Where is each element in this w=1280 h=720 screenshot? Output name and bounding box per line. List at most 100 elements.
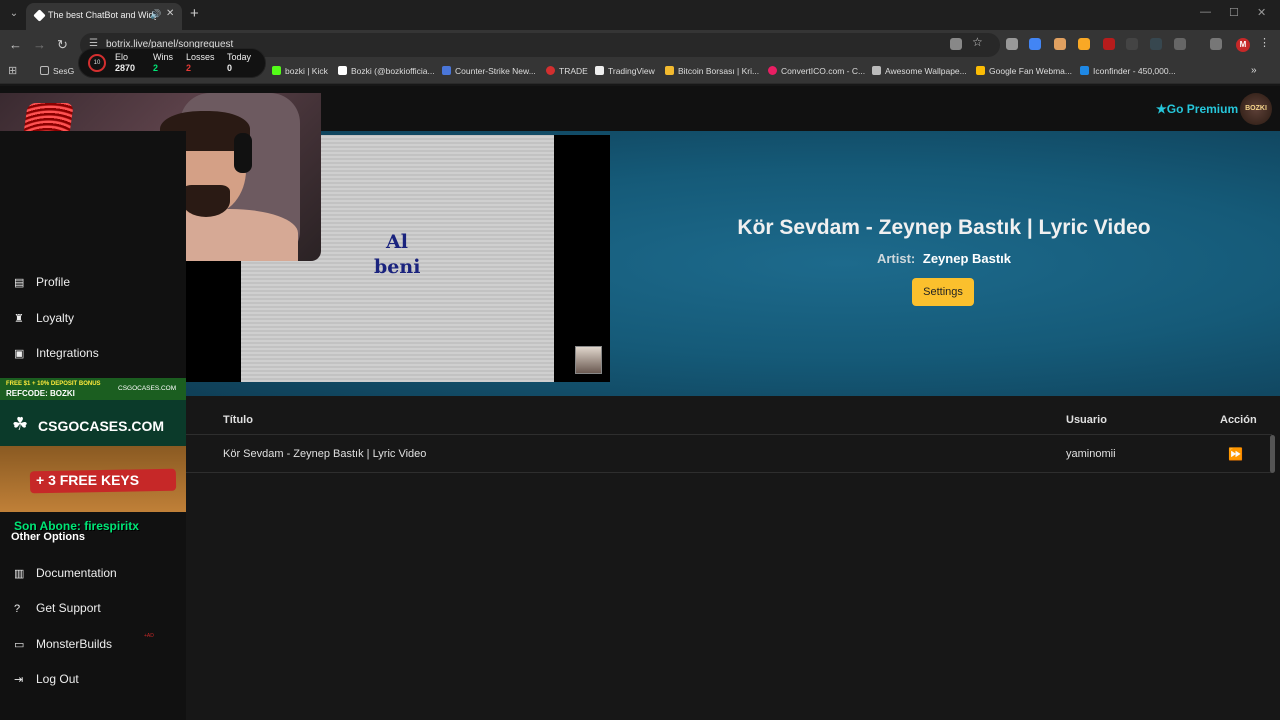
scrollbar[interactable] [1270, 435, 1275, 473]
faceit-level-badge: 10 [88, 54, 106, 72]
menu-icon[interactable]: ⋮ [1259, 36, 1271, 49]
browser-tab[interactable]: The best ChatBot and Widg 🔊 ✕ [26, 3, 182, 30]
forward-icon[interactable]: → [33, 37, 46, 52]
bookmark[interactable]: TradingView [595, 66, 655, 76]
bookmark[interactable]: Awesome Wallpape... [872, 66, 967, 76]
losses-stat: Losses 2 [186, 52, 215, 73]
artist-label: Artist: [876, 251, 916, 266]
artist-row: Artist: Zeynep Bastık [650, 251, 1238, 266]
new-tab-icon[interactable]: + [190, 5, 199, 22]
sidebar-item-monsterbuilds[interactable]: ▭ MonsterBuilds [14, 637, 112, 651]
today-stat: Today 0 [227, 52, 252, 73]
maximize-icon[interactable]: ☐ [1229, 6, 1239, 19]
user-avatar[interactable]: BOZKI [1240, 93, 1272, 125]
promo-bonus-text: FREE $1 + 10% DEPOSIT BONUS [6, 381, 101, 387]
tab-search-icon[interactable]: ⌄ [6, 6, 22, 22]
bookmark[interactable]: Iconfinder - 450,000... [1080, 66, 1176, 76]
extension-icon[interactable] [1150, 38, 1162, 50]
tiktok-icon [338, 66, 347, 75]
converticon-icon [768, 66, 777, 75]
logout-icon: ⇥ [14, 674, 24, 686]
window-icon: ▣ [14, 348, 25, 360]
tradingview-icon [595, 66, 604, 75]
profile-avatar[interactable]: M [1236, 38, 1250, 52]
bookmark[interactable]: Bozki (@bozkiofficia... [338, 66, 435, 76]
sidebar-item-get-support[interactable]: ? Get Support [14, 601, 101, 615]
close-icon[interactable]: ✕ [166, 8, 174, 19]
bookmark[interactable]: Bitcoin Borsası | Kri... [665, 66, 759, 76]
tab-title: The best ChatBot and Widg [48, 10, 156, 20]
now-playing-title: Kör Sevdam - Zeynep Bastık | Lyric Video [737, 216, 1151, 239]
go-premium-button[interactable]: ★Go Premium [1156, 102, 1238, 116]
promo-brand-small: CSGOCASES.COM [118, 385, 177, 392]
column-header-action: Acción [1220, 414, 1257, 426]
bookmark[interactable]: TRADE [546, 66, 588, 76]
queue-row-title: Kör Sevdam - Zeynep Bastık | Lyric Video [223, 448, 427, 460]
close-window-icon[interactable]: ✕ [1257, 6, 1266, 19]
extension-icon[interactable] [1054, 38, 1066, 50]
elo-stats-widget: 10 Elo 2870 Wins 2 Losses 2 Today 0 [78, 48, 266, 78]
bookmark[interactable]: Google Fan Webma... [976, 66, 1072, 76]
apps-icon[interactable]: ⊞ [8, 64, 17, 77]
promo-refcode: REFCODE: BOZKI [6, 389, 75, 398]
botrix-favicon-icon [33, 9, 46, 22]
settings-button[interactable]: Settings [912, 278, 974, 306]
iconfinder-icon [1080, 66, 1089, 75]
headset [234, 133, 252, 173]
extension-icon[interactable] [1029, 38, 1041, 50]
sidebar-item-log-out[interactable]: ⇥ Log Out [14, 672, 79, 686]
column-header-user[interactable]: Usuario [1066, 414, 1107, 426]
star-icon[interactable]: ☆ [972, 35, 984, 49]
sidebar-item-profile[interactable]: ▤ Profile [14, 275, 70, 289]
wins-stat: Wins 2 [153, 52, 173, 73]
queue-row-user: yaminomii [1066, 448, 1116, 460]
artist-name: Zeynep Bastık [922, 251, 1012, 266]
promo-brand: CSGOCASES.COM [38, 418, 165, 434]
streamer-beard [182, 185, 230, 217]
csgocases-promo-banner: FREE $1 + 10% DEPOSIT BONUS REFCODE: BOZ… [0, 378, 186, 512]
sidebar-item-integrations[interactable]: ▣ Integrations [14, 346, 99, 360]
more-bookmarks-icon[interactable]: » [1251, 65, 1257, 76]
puzzle-icon[interactable] [1174, 38, 1186, 50]
bookmark[interactable]: ConvertICO.com - C... [768, 66, 865, 76]
binance-icon [665, 66, 674, 75]
star-icon: ★ [1156, 102, 1167, 116]
column-header-title[interactable]: Título [223, 414, 253, 426]
google-icon [976, 66, 985, 75]
trophy-icon: ♜ [14, 313, 24, 325]
elo-stat: Elo 2870 [115, 52, 136, 73]
back-icon[interactable]: ← [9, 37, 22, 52]
cs-icon [442, 66, 451, 75]
table-divider [186, 434, 1272, 435]
bookmark[interactable]: Counter-Strike New... [442, 66, 536, 76]
bookmark[interactable]: bozki | Kick [272, 66, 328, 76]
extension-icon[interactable] [1006, 38, 1018, 50]
extension-icon[interactable] [1103, 38, 1115, 50]
skip-song-button[interactable]: ⏩ [1228, 447, 1243, 461]
kick-icon [272, 66, 281, 75]
clover-icon: ☘ [12, 414, 29, 434]
ad-mark: +AD [144, 633, 154, 639]
speaker-icon[interactable]: 🔊 [150, 9, 161, 20]
sidebar-item-documentation[interactable]: ▥ Documentation [14, 566, 117, 580]
other-options-heading: Other Options [11, 531, 85, 543]
browser-tab-strip: ⌄ The best ChatBot and Widg 🔊 ✕ + — ☐ ✕ [0, 0, 1280, 30]
video-lyric-text: Al beni [374, 231, 421, 278]
id-card-icon: ▤ [14, 277, 25, 289]
extensions-bar: ☆ ⋮ [948, 35, 1278, 53]
table-divider [186, 472, 1272, 473]
reload-icon[interactable]: ↻ [57, 37, 68, 53]
bookmark[interactable]: SesG [40, 66, 74, 76]
extension-icon[interactable] [1126, 38, 1138, 50]
free-keys-text: + 3 FREE KEYS [36, 472, 140, 488]
sidebar-item-loyalty[interactable]: ♜ Loyalty [14, 311, 74, 325]
media-icon[interactable] [1210, 38, 1222, 50]
minimize-icon[interactable]: — [1200, 6, 1211, 18]
scroll-icon: ▥ [14, 568, 25, 580]
translate-icon[interactable] [950, 38, 962, 50]
question-icon: ? [14, 603, 21, 615]
video-thumbnail [575, 346, 602, 374]
song-queue-table [186, 396, 1280, 720]
laptop-icon: ▭ [14, 639, 25, 651]
extension-icon[interactable] [1078, 38, 1090, 50]
